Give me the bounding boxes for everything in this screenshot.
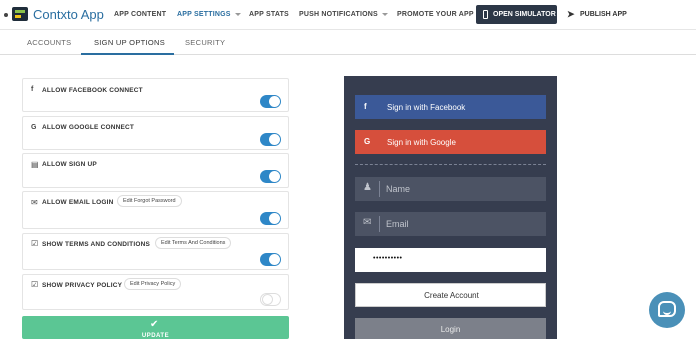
google-connect-toggle[interactable] (260, 133, 281, 146)
update-label: UPDATE (141, 333, 170, 339)
facebook-connect-toggle[interactable] (260, 95, 281, 108)
edit-forgot-password-link[interactable]: Edit Forgot Password (117, 195, 182, 207)
google-icon: G (31, 124, 37, 131)
create-account-label: Create Account (424, 291, 479, 300)
create-account-button[interactable]: Create Account (355, 283, 546, 307)
tab-security[interactable]: SECURITY (185, 38, 225, 47)
sign-up-settings-panel: f ALLOW FACEBOOK CONNECT G ALLOW GOOGLE … (22, 76, 289, 339)
toggle-knob (269, 171, 280, 182)
nav-app-stats[interactable]: APP STATS (249, 11, 289, 18)
setting-row-google: G ALLOW GOOGLE CONNECT (22, 116, 289, 150)
settings-subtabs: ACCOUNTS SIGN UP OPTIONS SECURITY (0, 30, 696, 55)
setting-row-terms: ☑ SHOW TERMS AND CONDITIONS Edit Terms A… (22, 233, 289, 270)
app-name[interactable]: Contxto App (33, 7, 104, 22)
nav-push-notifications-label: PUSH NOTIFICATIONS (299, 11, 378, 18)
setting-row-privacy: ☑ SHOW PRIVACY POLICY Edit Privacy Polic… (22, 274, 289, 310)
user-icon: ♟ (363, 182, 372, 193)
mobile-phone-icon (483, 10, 488, 19)
nav-app-settings-label: APP SETTINGS (177, 11, 231, 18)
sign-in-facebook-label: Sign in with Facebook (387, 103, 466, 112)
facebook-icon: f (364, 102, 367, 111)
password-field[interactable]: •••••••••• (355, 248, 546, 272)
checkbox-icon: ☑ (31, 239, 39, 248)
top-navigation-bar: Contxto App APP CONTENT APP SETTINGS APP… (0, 0, 696, 30)
envelope-icon: ✉ (363, 217, 372, 228)
checkmark-icon: ✔ (150, 319, 159, 330)
toggle-knob (269, 213, 280, 224)
envelope-icon: ✉ (31, 198, 38, 207)
sign-in-google-button[interactable]: G Sign in with Google (355, 130, 546, 154)
toggle-knob (262, 294, 273, 305)
nav-push-notifications[interactable]: PUSH NOTIFICATIONS (299, 11, 388, 18)
checkbox-icon: ☑ (31, 280, 39, 289)
setting-label: SHOW TERMS AND CONDITIONS (42, 241, 151, 248)
chat-support-button[interactable] (649, 292, 685, 328)
login-screen-preview: f Sign in with Facebook G Sign in with G… (344, 76, 557, 339)
sign-in-google-label: Sign in with Google (387, 138, 456, 147)
google-icon: G (364, 137, 371, 146)
allow-sign-up-toggle[interactable] (260, 170, 281, 183)
password-value: •••••••••• (373, 255, 403, 262)
name-placeholder: Name (386, 184, 411, 194)
tab-accounts[interactable]: ACCOUNTS (27, 38, 72, 47)
chevron-down-icon (381, 12, 388, 16)
facebook-icon: f (31, 86, 34, 93)
show-terms-toggle[interactable] (260, 253, 281, 266)
setting-row-sign-up: ▤ ALLOW SIGN UP (22, 153, 289, 188)
divider (355, 164, 546, 165)
publish-app-button[interactable]: ➤ PUBLISH APP (563, 5, 629, 24)
tab-sign-up-options[interactable]: SIGN UP OPTIONS (94, 38, 165, 47)
open-simulator-label: OPEN SIMULATOR (493, 11, 556, 18)
setting-row-email-login: ✉ ALLOW EMAIL LOGIN Edit Forgot Password (22, 191, 289, 229)
toggle-knob (269, 254, 280, 265)
toggle-knob (269, 96, 280, 107)
setting-row-facebook: f ALLOW FACEBOOK CONNECT (22, 78, 289, 112)
nav-promote-your-app[interactable]: PROMOTE YOUR APP (397, 11, 474, 18)
chat-bubble-icon (658, 301, 676, 317)
chevron-down-icon (234, 12, 241, 16)
login-button[interactable]: Login (355, 318, 546, 339)
setting-label: SHOW PRIVACY POLICY (42, 282, 123, 289)
name-field[interactable]: ♟ Name (355, 177, 546, 201)
email-field[interactable]: ✉ Email (355, 212, 546, 236)
email-placeholder: Email (386, 219, 409, 229)
edit-privacy-policy-link[interactable]: Edit Privacy Policy (124, 278, 182, 290)
login-label: Login (440, 325, 461, 334)
rocket-icon: ➤ (567, 9, 575, 19)
show-privacy-policy-toggle[interactable] (260, 293, 281, 306)
publish-app-label: PUBLISH APP (580, 11, 627, 18)
toggle-knob (269, 134, 280, 145)
bullet-icon (4, 13, 8, 17)
nav-app-settings[interactable]: APP SETTINGS (177, 11, 241, 18)
open-simulator-button[interactable]: OPEN SIMULATOR (476, 5, 557, 24)
active-tab-indicator (81, 53, 174, 55)
setting-label: ALLOW EMAIL LOGIN (42, 199, 114, 206)
edit-terms-link[interactable]: Edit Terms And Conditions (155, 237, 232, 249)
allow-email-login-toggle[interactable] (260, 212, 281, 225)
update-button[interactable]: ✔ UPDATE (22, 316, 289, 339)
setting-label: ALLOW FACEBOOK CONNECT (42, 87, 143, 94)
id-card-icon: ▤ (31, 160, 39, 169)
sign-in-facebook-button[interactable]: f Sign in with Facebook (355, 95, 546, 119)
field-separator (379, 216, 380, 232)
field-separator (379, 181, 380, 197)
app-logo-icon[interactable] (12, 7, 28, 21)
setting-label: ALLOW GOOGLE CONNECT (42, 124, 135, 131)
setting-label: ALLOW SIGN UP (42, 161, 97, 168)
nav-app-content[interactable]: APP CONTENT (114, 11, 166, 18)
